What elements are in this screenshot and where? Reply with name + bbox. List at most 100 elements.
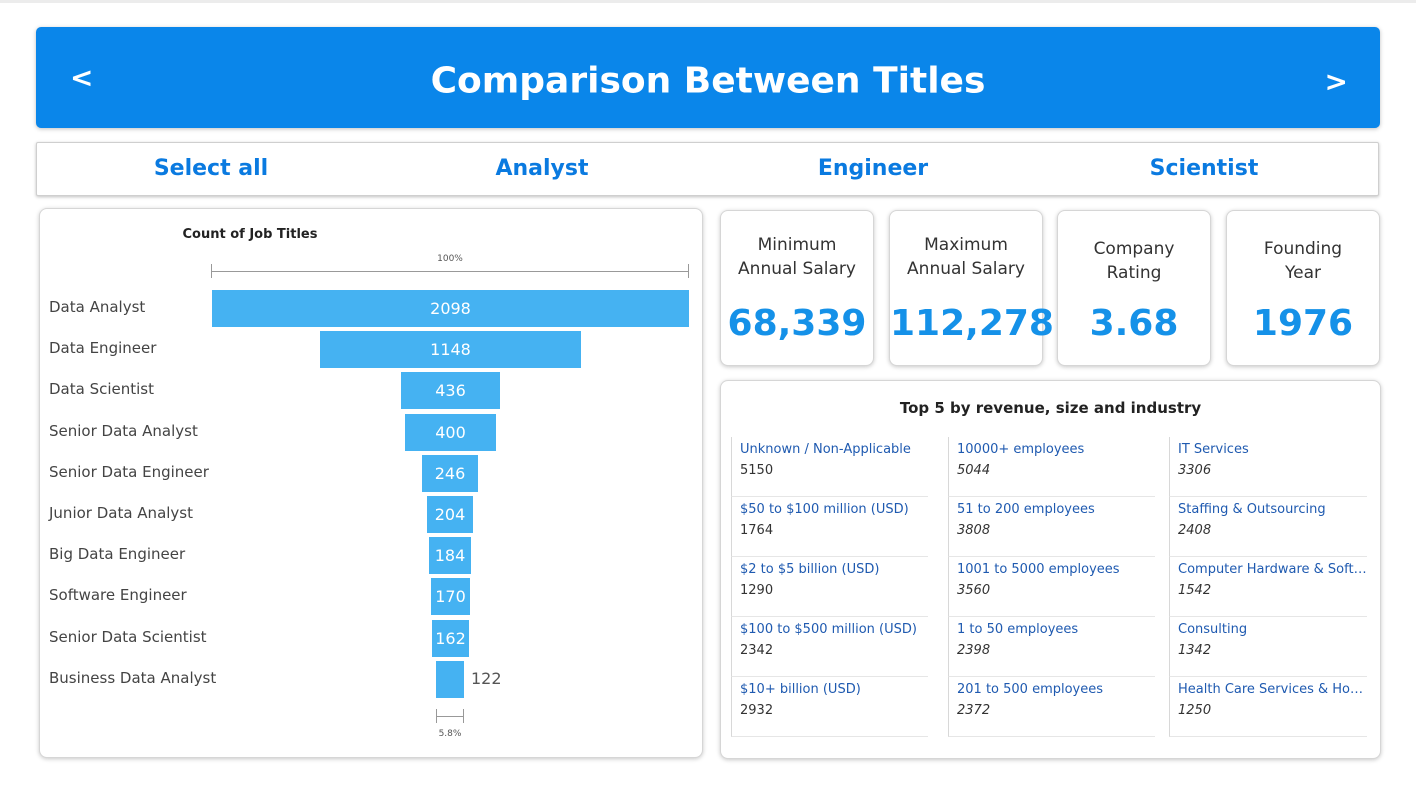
table-row[interactable]: 51 to 200 employees 3808 bbox=[948, 497, 1155, 557]
row-category: 51 to 200 employees bbox=[957, 502, 1095, 517]
table-row[interactable]: $10+ billion (USD) 2932 bbox=[731, 677, 928, 737]
title-slicer: Select all Analyst Engineer Scientist bbox=[36, 142, 1379, 196]
data-label: 1148 bbox=[430, 340, 471, 359]
row-category: Unknown / Non-Applicable bbox=[740, 442, 911, 457]
row-category: $100 to $500 million (USD) bbox=[740, 622, 917, 637]
category-label: Senior Data Scientist bbox=[49, 628, 207, 646]
category-label: Senior Data Engineer bbox=[49, 463, 209, 481]
table-row[interactable]: 201 to 500 employees 2372 bbox=[948, 677, 1155, 737]
kpi-label: Founding bbox=[1263, 239, 1343, 259]
category-label: Data Analyst bbox=[49, 298, 146, 316]
kpi-value: 3.68 bbox=[1089, 303, 1179, 344]
table-row[interactable]: 1001 to 5000 employees 3560 bbox=[948, 557, 1155, 617]
funnel-bar[interactable]: 2098 bbox=[212, 290, 689, 327]
category-label: Software Engineer bbox=[49, 586, 187, 604]
size-column: 10000+ employees 5044 51 to 200 employees 3… bbox=[948, 437, 1155, 737]
next-page-button[interactable]: > bbox=[1325, 65, 1348, 98]
row-count: 2372 bbox=[957, 703, 991, 718]
row-category: Computer Hardware & Softw... bbox=[1178, 562, 1367, 577]
funnel-bar[interactable]: 204 bbox=[427, 496, 473, 533]
row-count: 3306 bbox=[1178, 463, 1212, 478]
funnel-bar[interactable]: 436 bbox=[401, 372, 500, 409]
slicer-scientist[interactable]: Scientist bbox=[1074, 143, 1334, 195]
top5-table: Top 5 by revenue, size and industry Unkn… bbox=[720, 380, 1381, 759]
funnel-bar[interactable]: 162 bbox=[432, 620, 469, 657]
row-category: IT Services bbox=[1178, 442, 1249, 457]
data-label: 204 bbox=[434, 505, 466, 524]
category-label: Senior Data Analyst bbox=[49, 422, 198, 440]
bottom-percent-label: 5.8% bbox=[438, 729, 462, 739]
category-label: Data Scientist bbox=[49, 380, 154, 398]
header-banner: < Comparison Between Titles > bbox=[36, 27, 1380, 128]
data-label: 436 bbox=[435, 381, 466, 400]
kpi-max-salary: Maximum Annual Salary 112,278 bbox=[889, 210, 1054, 366]
table-row[interactable]: Computer Hardware & Softw... 1542 bbox=[1169, 557, 1367, 617]
table-row[interactable]: $100 to $500 million (USD) 2342 bbox=[731, 617, 928, 677]
top-percent-label: 100% bbox=[437, 254, 463, 264]
row-count: 2932 bbox=[740, 703, 774, 718]
funnel-bar[interactable]: 400 bbox=[405, 414, 496, 451]
data-label: 162 bbox=[435, 629, 466, 648]
kpi-label: Annual Salary bbox=[738, 259, 856, 279]
table-title: Top 5 by revenue, size and industry bbox=[899, 399, 1202, 417]
category-label: Big Data Engineer bbox=[49, 545, 186, 563]
row-category: 201 to 500 employees bbox=[957, 682, 1104, 697]
kpi-min-salary: Minimum Annual Salary 68,339 bbox=[720, 210, 874, 366]
data-label: 246 bbox=[434, 464, 466, 483]
funnel-bar[interactable]: 246 bbox=[422, 455, 478, 492]
kpi-label: Year bbox=[1285, 263, 1321, 283]
row-count: 1290 bbox=[740, 583, 774, 598]
table-row[interactable]: Health Care Services & Hospi... 1250 bbox=[1169, 677, 1367, 737]
table-row[interactable]: Staffing & Outsourcing 2408 bbox=[1169, 497, 1367, 557]
table-row[interactable]: Unknown / Non-Applicable 5150 bbox=[731, 437, 928, 497]
row-count: 5150 bbox=[740, 463, 774, 478]
job-titles-funnel-chart: Count of Job Titles 100% 5.8% Data Analy… bbox=[39, 208, 703, 758]
top-border bbox=[0, 0, 1416, 3]
row-category: $10+ billion (USD) bbox=[740, 682, 861, 697]
table-row[interactable]: 1 to 50 employees 2398 bbox=[948, 617, 1155, 677]
data-label: 122 bbox=[471, 669, 502, 688]
row-count: 5044 bbox=[957, 463, 991, 478]
row-count: 3560 bbox=[957, 583, 991, 598]
funnel-bar[interactable]: 1148 bbox=[320, 331, 581, 368]
funnel-bar[interactable]: 184 bbox=[429, 537, 471, 574]
row-category: 1001 to 5000 employees bbox=[957, 562, 1120, 577]
row-category: Health Care Services & Hospi... bbox=[1178, 682, 1367, 697]
slicer-select-all[interactable]: Select all bbox=[81, 143, 341, 195]
category-label: Business Data Analyst bbox=[49, 669, 217, 687]
row-count: 3808 bbox=[957, 523, 991, 538]
data-label: 400 bbox=[435, 423, 466, 442]
kpi-label: Minimum bbox=[757, 235, 837, 255]
kpi-label: Annual Salary bbox=[907, 259, 1025, 279]
row-category: $2 to $5 billion (USD) bbox=[740, 562, 880, 577]
kpi-value: 68,339 bbox=[727, 303, 867, 344]
kpi-label: Rating bbox=[1106, 263, 1162, 283]
table-row[interactable]: $2 to $5 billion (USD) 1290 bbox=[731, 557, 928, 617]
table-row[interactable]: 10000+ employees 5044 bbox=[948, 437, 1155, 497]
row-count: 1342 bbox=[1178, 643, 1212, 658]
funnel-bar[interactable] bbox=[436, 661, 464, 698]
table-row[interactable]: $50 to $100 million (USD) 1764 bbox=[731, 497, 928, 557]
bottom-scale-bracket bbox=[436, 709, 464, 723]
kpi-value: 112,278 bbox=[890, 303, 1054, 344]
top-scale-bracket bbox=[211, 264, 689, 278]
kpi-founding-year: Founding Year 1976 bbox=[1226, 210, 1380, 366]
row-count: 1542 bbox=[1178, 583, 1212, 598]
data-label: 170 bbox=[435, 587, 466, 606]
category-label: Data Engineer bbox=[49, 339, 157, 357]
revenue-column: Unknown / Non-Applicable 5150 $50 to $100 … bbox=[731, 437, 928, 737]
chart-title: Count of Job Titles bbox=[182, 227, 318, 242]
slicer-analyst[interactable]: Analyst bbox=[412, 143, 672, 195]
kpi-value: 1976 bbox=[1252, 303, 1354, 344]
funnel-bar[interactable]: 170 bbox=[431, 578, 470, 615]
kpi-label: Company bbox=[1093, 239, 1175, 259]
table-row[interactable]: Consulting 1342 bbox=[1169, 617, 1367, 677]
row-category: $50 to $100 million (USD) bbox=[740, 502, 909, 517]
page-title: Comparison Between Titles bbox=[430, 60, 986, 102]
data-label: 2098 bbox=[430, 299, 471, 318]
kpi-label: Maximum bbox=[924, 235, 1008, 255]
slicer-engineer[interactable]: Engineer bbox=[743, 143, 1003, 195]
row-count: 2398 bbox=[957, 643, 991, 658]
table-row[interactable]: IT Services 3306 bbox=[1169, 437, 1367, 497]
row-category: 10000+ employees bbox=[957, 442, 1085, 457]
